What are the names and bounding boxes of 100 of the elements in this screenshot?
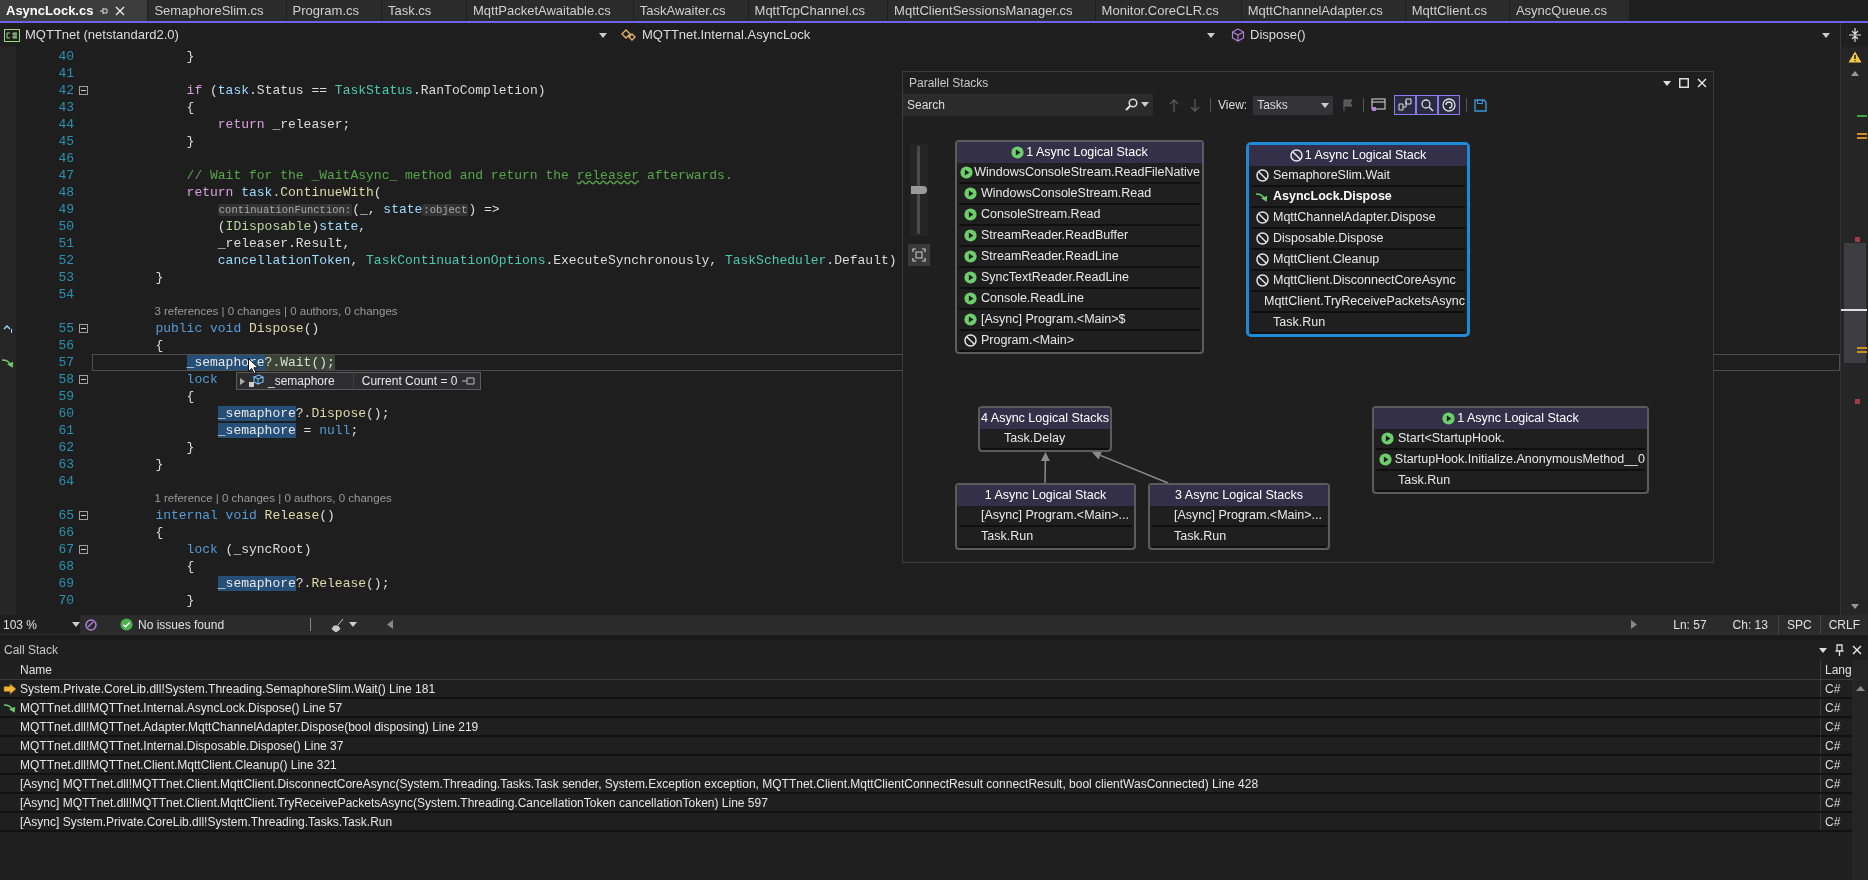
collapse-icon[interactable] bbox=[78, 545, 88, 554]
maximize-icon[interactable] bbox=[1679, 78, 1689, 88]
stack-frame[interactable]: WindowsConsoleStream.ReadFileNative bbox=[974, 163, 1200, 182]
layout-toggle[interactable] bbox=[1394, 95, 1417, 115]
caret-icon[interactable] bbox=[1822, 32, 1830, 38]
stack-frame[interactable]: [Async] Program.<Main>... bbox=[981, 506, 1129, 525]
file-tab[interactable]: MqttChannelAdapter.cs bbox=[1241, 0, 1405, 21]
stack-frame[interactable]: MqttChannelAdapter.Dispose bbox=[1273, 208, 1436, 227]
close-icon[interactable] bbox=[1852, 645, 1862, 655]
caret-icon[interactable] bbox=[599, 32, 607, 38]
zoom-dropdown[interactable]: 103 % bbox=[0, 615, 80, 634]
file-tab[interactable]: MqttClient.cs bbox=[1405, 0, 1509, 21]
zoom-toggle[interactable] bbox=[1416, 95, 1439, 115]
stack-node[interactable]: 1 Async Logical Stack [Async] Program.<Main>... Task.Run bbox=[955, 483, 1136, 550]
stack-frame[interactable]: Console.ReadLine bbox=[981, 289, 1084, 308]
stack-frame[interactable]: Task.Delay bbox=[1004, 429, 1066, 448]
stack-frame[interactable]: Task.Run bbox=[981, 527, 1034, 546]
file-tab[interactable]: SemaphoreSlim.cs bbox=[148, 0, 286, 21]
code-lens[interactable]: 1 reference | 0 changes | 0 authors, 0 changes bbox=[154, 491, 392, 506]
stack-node[interactable]: 1 Async Logical Stack SemaphoreSlim.Wait AsyncLock.Dispose MqttChannelAdapter.Dispose Disposable.Dispose MqttClient.Cleanup MqttClient.DisconnectCoreAsync MqttClient.TryReceivePacketsAsync Task.Run bbox=[1246, 142, 1470, 337]
stack-frame[interactable]: ConsoleStream.Read bbox=[981, 205, 1101, 224]
scroll-right-icon[interactable] bbox=[1631, 620, 1638, 629]
project-dropdown[interactable]: MQTTnet (netstandard2.0) bbox=[0, 23, 617, 47]
line-indicator[interactable]: Ln: 57 bbox=[1673, 615, 1707, 634]
scroll-up-icon[interactable] bbox=[1855, 686, 1865, 691]
file-tab[interactable]: TaskAwaiter.cs bbox=[633, 0, 748, 21]
close-icon[interactable] bbox=[1697, 78, 1707, 88]
code-cleanup-button[interactable] bbox=[331, 617, 358, 632]
line-ending-indicator[interactable]: CRLF bbox=[1820, 615, 1868, 634]
view-dropdown[interactable]: Tasks bbox=[1253, 95, 1334, 115]
stack-frame[interactable]: StreamReader.ReadBuffer bbox=[981, 226, 1129, 245]
stack-frame[interactable]: AsyncLock.Dispose bbox=[1273, 187, 1392, 206]
stack-frame[interactable]: MqttClient.DisconnectCoreAsync bbox=[1273, 271, 1456, 290]
collapse-icon[interactable] bbox=[78, 324, 88, 333]
stack-frame[interactable]: Start<StartupHook. bbox=[1398, 429, 1505, 448]
stack-frame[interactable]: Task.Run bbox=[1398, 471, 1451, 490]
pin-icon[interactable] bbox=[1835, 644, 1844, 656]
file-tab[interactable]: Task.cs bbox=[382, 0, 466, 21]
stack-frame[interactable]: Task.Run bbox=[1273, 313, 1326, 332]
file-tab[interactable]: Program.cs bbox=[286, 0, 381, 21]
caret-icon[interactable] bbox=[1663, 80, 1671, 86]
split-icon[interactable] bbox=[1847, 28, 1862, 42]
stack-frame[interactable]: [Async] Program.<Main>... bbox=[1174, 506, 1322, 525]
pin-icon[interactable] bbox=[99, 5, 110, 16]
scroll-left-icon[interactable] bbox=[387, 620, 394, 629]
call-stack-frame[interactable]: System.Private.CoreLib.dll!System.Threading.SemaphoreSlim.Wait() Line 181 bbox=[20, 679, 1820, 698]
stack-node[interactable]: 1 Async Logical Stack Start<StartupHook. StartupHook.Initialize.AnonymousMethod__0 Task.Run bbox=[1372, 406, 1649, 494]
issues-status[interactable]: No issues found bbox=[138, 615, 225, 634]
zoom-to-fit-button[interactable] bbox=[908, 244, 930, 266]
column-indicator[interactable]: Ch: 13 bbox=[1732, 615, 1768, 634]
code-lens[interactable]: 3 references | 0 changes | 0 authors, 0 changes bbox=[154, 304, 398, 319]
scroll-down-icon[interactable] bbox=[1851, 604, 1859, 609]
collapse-icon[interactable] bbox=[78, 86, 88, 95]
call-stack-frame[interactable]: MQTTnet.dll!MQTTnet.Internal.AsyncLock.Dispose() Line 57 bbox=[20, 698, 1820, 717]
caret-icon[interactable] bbox=[1207, 32, 1215, 38]
caret-icon[interactable] bbox=[349, 622, 358, 627]
zoom-slider[interactable] bbox=[910, 144, 928, 236]
call-stack-frame[interactable]: [Async] MQTTnet.dll!MQTTnet.Client.MqttClient.DisconnectCoreAsync(System.Threading.Tasks.Task sender, System.Exception exception, MQTTnet.Client.MqttClientConnectResult connectResult, bool clientWasConnected) Line 428 bbox=[20, 774, 1820, 793]
stack-frame[interactable]: StreamReader.ReadLine bbox=[981, 247, 1119, 266]
file-tab[interactable]: MqttTcpChannel.cs bbox=[748, 0, 888, 21]
member-dropdown[interactable]: Dispose() bbox=[1225, 23, 1840, 47]
stack-frame[interactable]: MqttClient.TryReceivePacketsAsync bbox=[1264, 292, 1465, 311]
file-tab[interactable]: AsyncLock.cs bbox=[0, 0, 148, 21]
stack-frame[interactable]: WindowsConsoleStream.Read bbox=[981, 184, 1152, 203]
file-tab[interactable]: Monitor.CoreCLR.cs bbox=[1095, 0, 1241, 21]
refresh-toggle[interactable] bbox=[1438, 95, 1461, 115]
stack-node[interactable]: 4 Async Logical Stacks Task.Delay bbox=[978, 406, 1112, 452]
stack-frame[interactable]: SemaphoreSlim.Wait bbox=[1273, 166, 1390, 185]
call-stack-frame[interactable]: [Async] MQTTnet.dll!MQTTnet.Client.MqttClient.TryReceivePacketsAsync(System.Threading.CancellationToken cancellationToken) Line 597 bbox=[20, 793, 1820, 812]
stack-frame[interactable]: SyncTextReader.ReadLine bbox=[981, 268, 1129, 287]
file-tab[interactable]: MqttPacketAwaitable.cs bbox=[467, 0, 633, 21]
column-header[interactable]: Name bbox=[0, 660, 1820, 679]
file-tab[interactable]: AsyncQueue.cs bbox=[1509, 0, 1629, 21]
stack-node[interactable] bbox=[955, 140, 1204, 354]
caret-icon[interactable] bbox=[1141, 102, 1149, 107]
collapse-icon[interactable] bbox=[78, 511, 88, 520]
stack-frame[interactable]: Disposable.Dispose bbox=[1273, 229, 1384, 248]
scrollbar-thumb[interactable] bbox=[1844, 243, 1866, 363]
search-icon[interactable] bbox=[1125, 98, 1138, 111]
window-icon[interactable] bbox=[1371, 98, 1387, 112]
call-stack-frame[interactable]: [Async] System.Private.CoreLib.dll!System.Threading.Tasks.Task.Run bbox=[20, 812, 1820, 831]
flag-icon[interactable] bbox=[1343, 99, 1355, 111]
save-icon[interactable] bbox=[1474, 98, 1488, 112]
file-tab[interactable]: MqttClientSessionsManager.cs bbox=[888, 0, 1095, 21]
call-stack-frame[interactable]: MQTTnet.dll!MQTTnet.Internal.Disposable.Dispose() Line 37 bbox=[20, 736, 1820, 755]
stack-frame[interactable]: Task.Run bbox=[1174, 527, 1227, 546]
stack-frame[interactable]: StartupHook.Initialize.AnonymousMethod__0 bbox=[1394, 450, 1645, 469]
slider-thumb[interactable] bbox=[911, 186, 927, 194]
search-field[interactable]: Search bbox=[903, 94, 1153, 116]
close-icon[interactable] bbox=[115, 5, 126, 16]
expand-icon[interactable] bbox=[240, 377, 245, 385]
stack-node[interactable]: 3 Async Logical Stacks [Async] Program.<Main>... Task.Run bbox=[1148, 483, 1330, 550]
caret-icon[interactable] bbox=[1321, 102, 1330, 108]
stack-frame[interactable]: Program.<Main> bbox=[981, 331, 1075, 350]
call-stack-frame[interactable]: MQTTnet.dll!MQTTnet.Adapter.MqttChannelAdapter.Dispose(bool disposing) Line 219 bbox=[20, 717, 1820, 736]
type-dropdown[interactable]: MQTTnet.Internal.AsyncLock bbox=[617, 23, 1225, 47]
collapse-icon[interactable] bbox=[78, 375, 88, 384]
stack-frame[interactable]: MqttClient.Cleanup bbox=[1273, 250, 1380, 269]
caret-icon[interactable] bbox=[72, 622, 80, 627]
scroll-up-icon[interactable] bbox=[1851, 71, 1859, 76]
